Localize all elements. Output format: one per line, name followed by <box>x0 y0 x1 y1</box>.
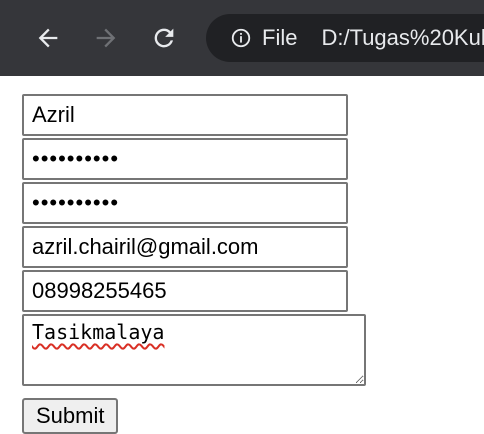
name-input[interactable] <box>22 94 348 136</box>
info-icon[interactable] <box>230 26 252 50</box>
address-textarea[interactable]: Tasikmalaya <box>22 314 366 386</box>
address-bar[interactable]: File D:/Tugas%20Kuliah/form.html <box>206 14 484 62</box>
email-input[interactable] <box>22 226 348 268</box>
password-input[interactable] <box>22 138 348 180</box>
browser-toolbar: File D:/Tugas%20Kuliah/form.html <box>0 0 484 76</box>
url-text[interactable]: D:/Tugas%20Kuliah/form.html <box>321 25 484 51</box>
phone-input[interactable] <box>22 270 348 312</box>
forward-button[interactable] <box>90 22 122 54</box>
submit-button[interactable]: Submit <box>22 398 119 434</box>
arrow-right-icon <box>96 28 116 48</box>
reload-button[interactable] <box>148 22 180 54</box>
arrow-left-icon <box>38 28 58 48</box>
reload-icon <box>154 28 174 48</box>
back-button[interactable] <box>32 22 64 54</box>
confirm-password-input[interactable] <box>22 182 348 224</box>
url-scheme-label: File <box>262 25 298 50</box>
